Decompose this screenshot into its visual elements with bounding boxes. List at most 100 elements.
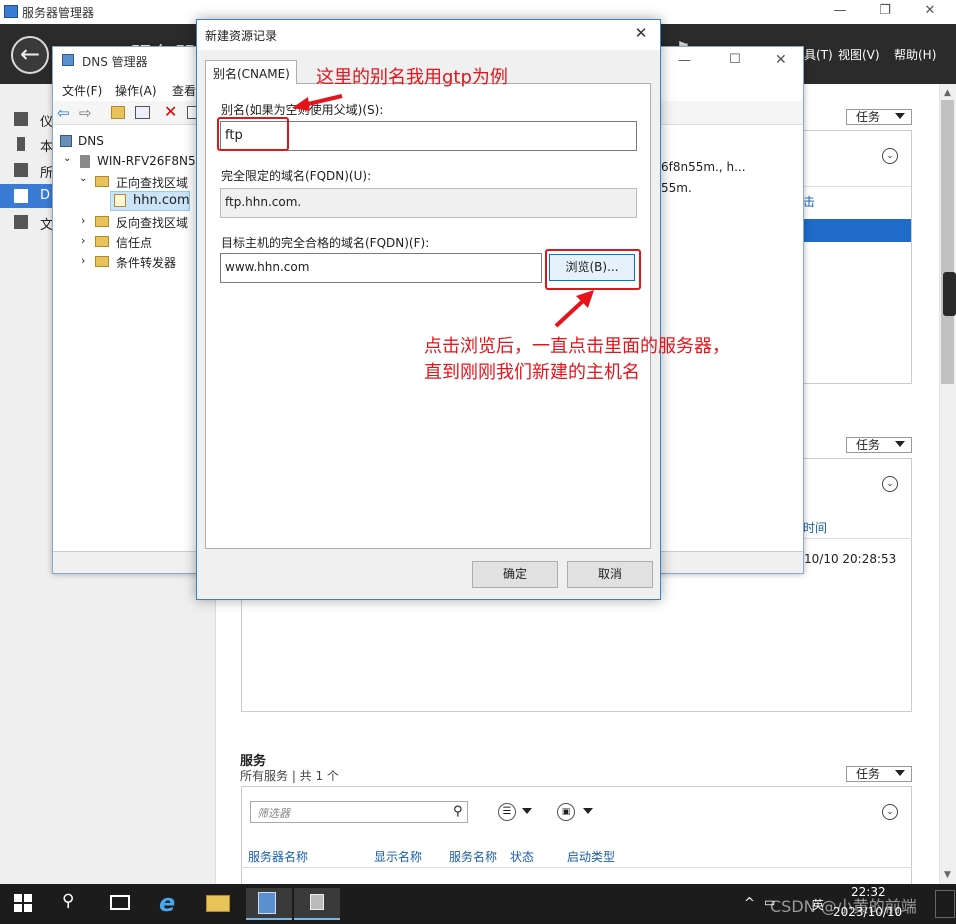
dns-icon: [14, 189, 28, 203]
column-header-startup-type[interactable]: 启动类型: [567, 848, 615, 865]
task-view-icon[interactable]: [110, 895, 130, 910]
chevron-down-icon[interactable]: ⌄: [882, 476, 898, 492]
tasks-label: 任务: [856, 767, 881, 781]
internet-explorer-icon[interactable]: e: [159, 889, 175, 917]
chevron-right-icon[interactable]: ›: [81, 214, 85, 227]
delete-icon[interactable]: ✕: [164, 102, 177, 121]
scrollbar-grip[interactable]: [943, 272, 956, 316]
folder-icon: [95, 236, 109, 247]
divider: [800, 186, 911, 187]
browse-annotation-line1: 点击浏览后，一直点击里面的服务器，: [424, 336, 730, 357]
fqdn-field: ftp.hhn.com.: [220, 188, 637, 218]
scrollbar-thumb[interactable]: [941, 100, 954, 384]
maximize-button[interactable]: ❐: [875, 2, 895, 20]
target-host-label: 目标主机的完全合格的域名(FQDN)(F):: [221, 236, 430, 250]
dns-app-icon: [62, 54, 74, 66]
menu-tools[interactable]: 具(T): [804, 46, 833, 63]
cancel-button[interactable]: 取消: [567, 561, 653, 588]
dns-manager-icon: [310, 894, 324, 910]
tasks-label: 任务: [856, 438, 881, 452]
filter-placeholder: 筛选器: [257, 807, 290, 820]
tree-item-zone[interactable]: hhn.com: [133, 193, 190, 208]
tray-chevron-up-icon[interactable]: ^: [744, 896, 755, 911]
server-manager-title: 服务器管理器: [22, 6, 95, 20]
windows-start-icon[interactable]: [14, 894, 32, 912]
tree-item-trust-points[interactable]: 信任点: [116, 234, 152, 251]
server-icon: [80, 155, 90, 168]
dns-root-icon: [60, 135, 72, 147]
back-arrow-icon[interactable]: ←: [11, 36, 49, 74]
menu-view[interactable]: 视图(V): [838, 46, 880, 63]
column-header-time[interactable]: 时间: [803, 519, 827, 536]
folder-icon: [95, 256, 109, 267]
tree-item-forward-zone[interactable]: 正向查找区域: [116, 174, 188, 191]
server-manager-app-icon: [4, 5, 18, 18]
browse-highlight-box: [545, 249, 641, 290]
scroll-down-icon[interactable]: ▼: [944, 870, 951, 880]
file-explorer-icon[interactable]: [206, 895, 230, 912]
zone-icon: [114, 194, 126, 207]
server-icon: [17, 137, 25, 151]
forward-arrow-icon[interactable]: ⇨: [79, 104, 92, 122]
minimize-button[interactable]: —: [678, 53, 691, 68]
dialog-title: 新建资源记录: [205, 29, 278, 43]
services-subtitle: 所有服务 | 共 1 个: [240, 769, 339, 783]
notifications-icon[interactable]: [935, 890, 955, 918]
selected-server-row[interactable]: [800, 219, 911, 242]
panel-link[interactable]: 击: [803, 193, 815, 210]
alias-annotation: 这里的别名我用gtp为例: [316, 67, 508, 88]
close-button[interactable]: ✕: [920, 2, 940, 20]
tree-item-conditional-forwarders[interactable]: 条件转发器: [116, 254, 176, 271]
browse-annotation-line2: 直到刚刚我们新建的主机名: [424, 362, 640, 383]
chevron-right-icon[interactable]: ›: [81, 254, 85, 267]
column-header-service-name[interactable]: 服务名称: [449, 848, 497, 865]
minimize-button[interactable]: —: [830, 2, 850, 20]
ok-button[interactable]: 确定: [472, 561, 558, 588]
tasks-dropdown[interactable]: 任务: [846, 109, 912, 125]
divider: [241, 867, 912, 868]
close-button[interactable]: ✕: [775, 52, 787, 68]
up-folder-icon[interactable]: [111, 106, 125, 119]
folder-icon: [95, 176, 109, 187]
show-hide-tree-icon[interactable]: [135, 106, 150, 119]
menu-file[interactable]: 文件(F): [62, 82, 102, 99]
services-filter-input[interactable]: 筛选器: [250, 801, 468, 823]
tasks-dropdown[interactable]: 任务: [846, 766, 912, 782]
server-list-line: 6f8n55m., h...: [661, 160, 746, 174]
search-icon[interactable]: ⚲: [453, 804, 463, 819]
chevron-down-icon[interactable]: ⌄: [63, 153, 71, 164]
maximize-button[interactable]: ☐: [729, 52, 741, 67]
tree-item-reverse-zone[interactable]: 反向查找区域: [116, 214, 188, 231]
browse-arrow-icon: [554, 290, 594, 328]
tasks-dropdown[interactable]: 任务: [846, 437, 912, 453]
dns-manager-title: DNS 管理器: [82, 55, 148, 69]
list-options-icon[interactable]: ☰: [498, 803, 516, 821]
column-header-server-name[interactable]: 服务器名称: [248, 848, 308, 865]
tree-item-dns[interactable]: DNS: [78, 134, 104, 148]
server-manager-icon: [258, 892, 276, 914]
chevron-down-icon[interactable]: ⌄: [882, 804, 898, 820]
file-services-icon: [14, 215, 28, 229]
target-host-input[interactable]: www.hhn.com: [220, 253, 542, 283]
tab-cname[interactable]: 别名(CNAME): [205, 60, 297, 84]
menu-action[interactable]: 操作(A): [115, 82, 157, 99]
chevron-down-icon[interactable]: ⌄: [79, 173, 87, 184]
alias-highlight-box: [217, 117, 289, 151]
caret-down-icon[interactable]: [522, 808, 532, 814]
tasks-label: 任务: [856, 110, 881, 124]
back-arrow-icon[interactable]: ⇦: [57, 104, 70, 122]
scroll-up-icon[interactable]: ▲: [944, 88, 951, 98]
chevron-down-icon[interactable]: ⌄: [882, 148, 898, 164]
save-query-icon[interactable]: ▣: [557, 803, 575, 821]
csdn-watermark: CSDN @小黄的前端: [770, 897, 917, 916]
caret-down-icon[interactable]: [583, 808, 593, 814]
servers-panel: [800, 130, 912, 384]
dialog-close-button[interactable]: ✕: [630, 24, 652, 42]
menu-help[interactable]: 帮助(H): [894, 46, 936, 63]
tree-item-server[interactable]: WIN-RFV26F8N55: [97, 154, 203, 168]
column-header-status[interactable]: 状态: [510, 848, 534, 865]
column-header-display-name[interactable]: 显示名称: [374, 848, 422, 865]
menu-view[interactable]: 查看: [172, 82, 196, 99]
chevron-right-icon[interactable]: ›: [81, 234, 85, 247]
search-icon[interactable]: ⚲: [62, 891, 74, 911]
